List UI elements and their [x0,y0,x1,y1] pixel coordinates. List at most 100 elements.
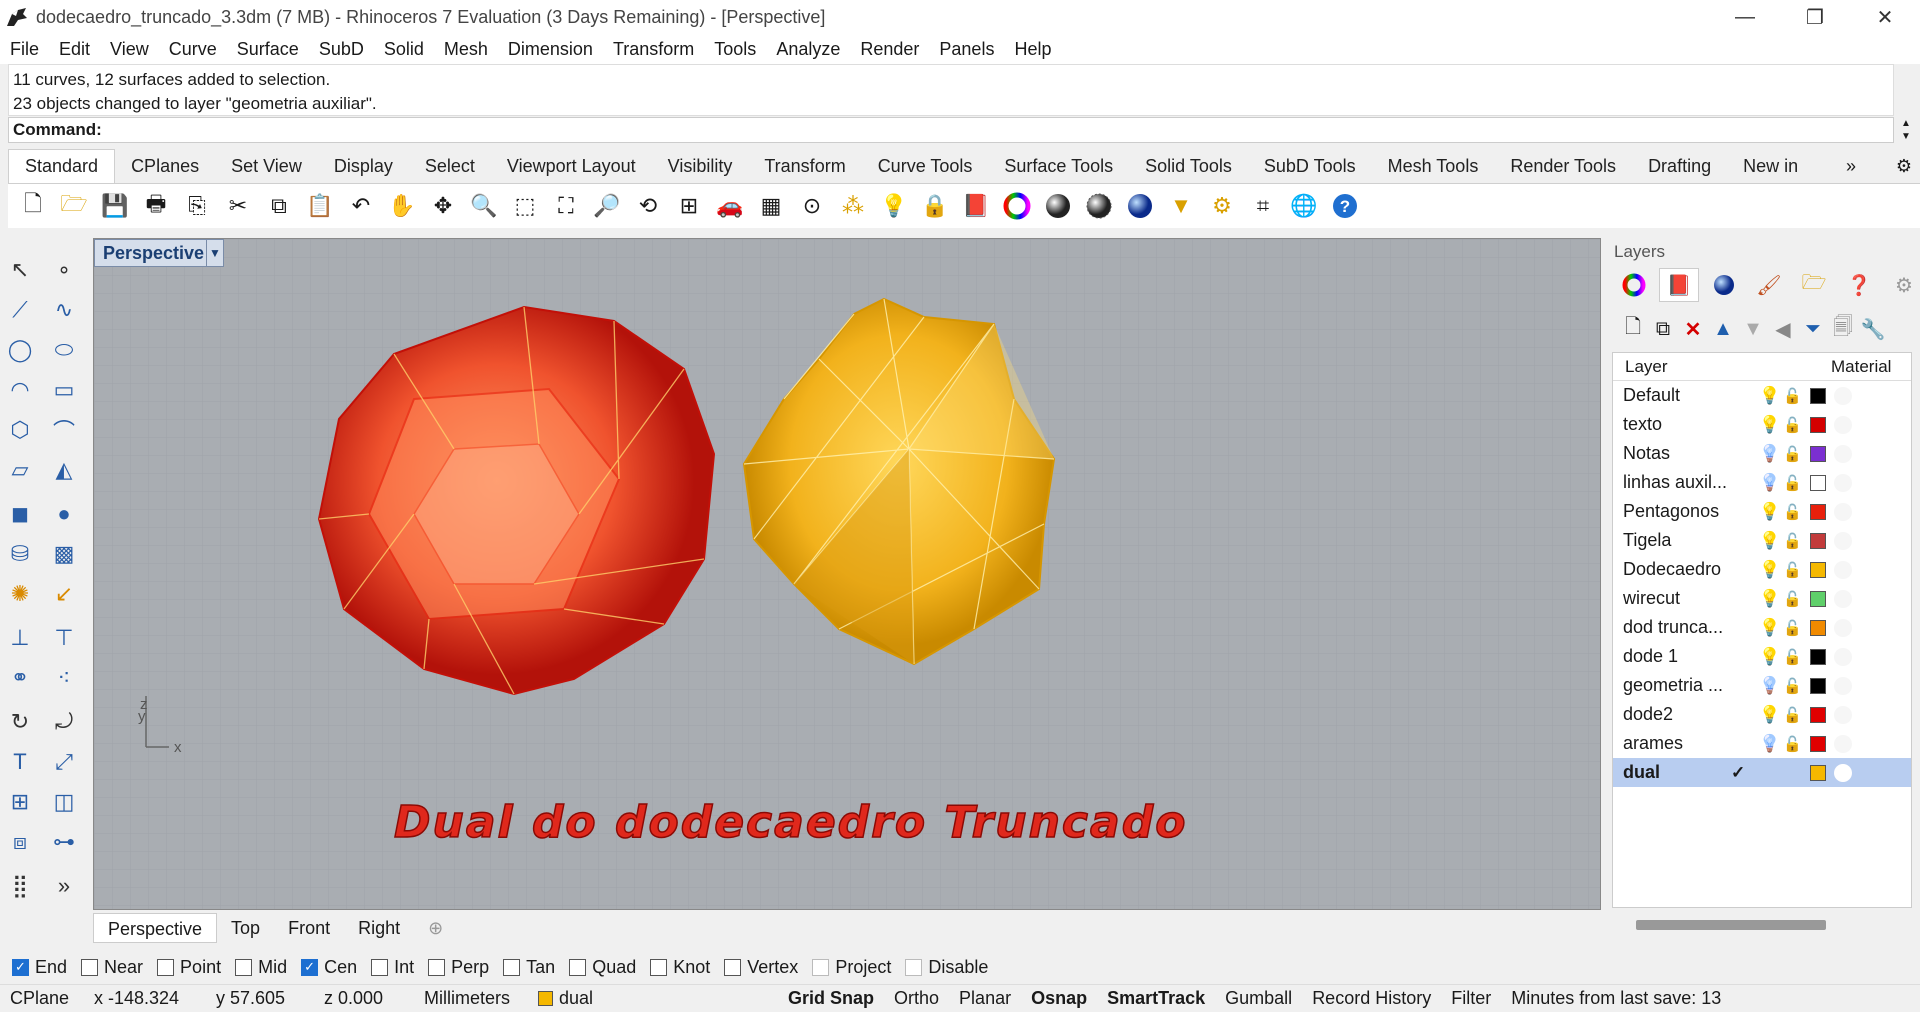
menu-help[interactable]: Help [1014,39,1051,60]
print-icon[interactable]: 🖶 [139,189,173,223]
zoom-icon[interactable]: 🔍 [467,189,501,223]
vptab-front[interactable]: Front [274,913,344,943]
vptab-perspective[interactable]: Perspective [93,913,218,943]
layer-color-swatch[interactable] [1810,387,1826,404]
layer-color-swatch[interactable] [1810,619,1826,636]
osnap-int[interactable]: Int [371,957,414,978]
viewport-canvas[interactable]: x y z Dual do dodecaedro Truncado [94,239,1601,910]
vptab-right[interactable]: Right [344,913,414,943]
layer-color-swatch[interactable] [1810,445,1826,462]
layer-name[interactable]: Default [1623,385,1680,406]
lightbulb-icon[interactable]: 💡 [1759,676,1780,696]
four-viewports-icon[interactable]: ⊞ [672,189,706,223]
tab-set-view[interactable]: Set View [215,150,318,183]
menu-file[interactable]: File [10,39,39,60]
block-icon[interactable]: ⧈ [2,824,38,860]
menu-subd[interactable]: SubD [319,39,364,60]
layer-name[interactable]: dod trunca... [1623,617,1723,638]
ellipse-icon[interactable]: ⬭ [46,332,82,368]
lightbulb-icon[interactable]: 💡 [1759,589,1780,609]
layer-color-swatch[interactable] [1810,764,1826,781]
blue-sphere-icon[interactable] [1123,189,1157,223]
mesh-plane-icon[interactable]: ▩ [46,536,82,572]
osnap-point[interactable]: Point [157,957,221,978]
layer-row[interactable]: Default 💡 🔓 [1613,381,1911,410]
rotate-view-icon[interactable]: ✥ [426,189,460,223]
menu-solid[interactable]: Solid [384,39,424,60]
lightbulb-icon[interactable]: 💡 [877,189,911,223]
move-arrow-icon[interactable]: ↙ [46,576,82,612]
pan-icon[interactable]: ✋ [385,189,419,223]
ortho-toggle[interactable]: Ortho [884,988,949,1009]
checkbox-checked-icon[interactable]: ✓ [301,958,319,976]
gear-icon[interactable]: ⚙ [1205,189,1239,223]
layer-list[interactable]: Layer Material Default 💡 🔓 texto 💡 🔓 Notas 💡 🔓 li… [1612,352,1912,908]
tab-new-in[interactable]: New in [1727,150,1814,183]
osnap-cen[interactable]: ✓ Cen [301,957,357,978]
checkbox-empty-icon[interactable] [503,958,521,976]
undo-icon[interactable]: ↶ [344,189,378,223]
material-sphere-icon[interactable] [1834,502,1852,521]
unlock-icon[interactable]: 🔓 [1783,735,1802,753]
layer-row[interactable]: Tigela 💡 🔓 [1613,526,1911,555]
split-icon[interactable]: ⊥ [2,620,38,656]
import-icon[interactable]: ⎘ [180,189,214,223]
tab-transform[interactable]: Transform [748,150,861,183]
help-book-icon[interactable]: ❓ [1839,268,1879,302]
layer-name[interactable]: Tigela [1623,530,1671,551]
rectangle-icon[interactable]: ▭ [46,372,82,408]
material-sphere-icon[interactable] [1834,444,1852,463]
lock-icon[interactable]: 🔒 [918,189,952,223]
layer-row[interactable]: Pentagonos 💡 🔓 [1613,497,1911,526]
expand-more-icon[interactable]: » [46,868,82,904]
menu-surface[interactable]: Surface [237,39,299,60]
layer-row[interactable]: wirecut 💡 🔓 [1613,584,1911,613]
layer-name[interactable]: wirecut [1623,588,1680,609]
move-up-icon[interactable]: ▲ [1708,314,1738,344]
minimize-button[interactable]: — [1710,0,1780,34]
lightbulb-icon[interactable]: 💡 [1759,386,1780,406]
layer-name[interactable]: Notas [1623,443,1670,464]
zoom-extents-icon[interactable]: ⛶ [549,189,583,223]
layer-name[interactable]: arames [1623,733,1683,754]
light-cone-icon[interactable]: ▼ [1164,189,1198,223]
mirror-icon[interactable]: ◫ [46,784,82,820]
gear-icon[interactable]: ⚙ [1888,150,1920,183]
move-down-icon[interactable]: ▼ [1738,314,1768,344]
layer-row[interactable]: Notas 💡 🔓 [1613,439,1911,468]
color-wheel-icon[interactable] [1000,189,1034,223]
save-icon[interactable]: 💾 [98,189,132,223]
osnap-vertex[interactable]: Vertex [724,957,798,978]
copy-icon[interactable]: ⧉ [262,189,296,223]
curve-icon[interactable]: ∿ [46,292,82,328]
maximize-button[interactable]: ❐ [1780,0,1850,34]
menu-mesh[interactable]: Mesh [444,39,488,60]
grid-dots-icon[interactable]: ⣿ [2,868,38,904]
lightbulb-icon[interactable]: 💡 [1759,560,1780,580]
layer-color-swatch[interactable] [1810,474,1826,491]
lightbulb-icon[interactable]: 💡 [1759,444,1780,464]
checkbox-empty-icon[interactable] [724,958,742,976]
checkbox-empty-icon[interactable] [81,958,99,976]
osnap-knot[interactable]: Knot [650,957,710,978]
trim-icon[interactable]: ⊤ [46,620,82,656]
tab-standard[interactable]: Standard [8,149,116,183]
menu-view[interactable]: View [110,39,149,60]
unlock-icon[interactable]: 🔓 [1783,648,1802,666]
tab-curve-tools[interactable]: Curve Tools [862,150,989,183]
lightbulb-icon[interactable]: 💡 [1759,502,1780,522]
menu-tools[interactable]: Tools [714,39,756,60]
viewport-title[interactable]: Perspective [94,239,214,267]
tab-subd-tools[interactable]: SubD Tools [1248,150,1372,183]
layer-row[interactable]: Dodecaedro 💡 🔓 [1613,555,1911,584]
explode-icon[interactable]: ✺ [2,576,38,612]
layer-color-swatch[interactable] [1810,532,1826,549]
vptab-top[interactable]: Top [217,913,274,943]
material-sphere-icon[interactable] [1834,763,1852,782]
menu-dimension[interactable]: Dimension [508,39,593,60]
cylinder-icon[interactable]: ⛁ [2,536,38,572]
cplane-indicator[interactable]: CPlane [0,988,84,1009]
unlock-icon[interactable]: 🔓 [1783,387,1802,405]
unlock-icon[interactable]: 🔓 [1783,677,1802,695]
unlock-icon[interactable]: 🔓 [1783,503,1802,521]
